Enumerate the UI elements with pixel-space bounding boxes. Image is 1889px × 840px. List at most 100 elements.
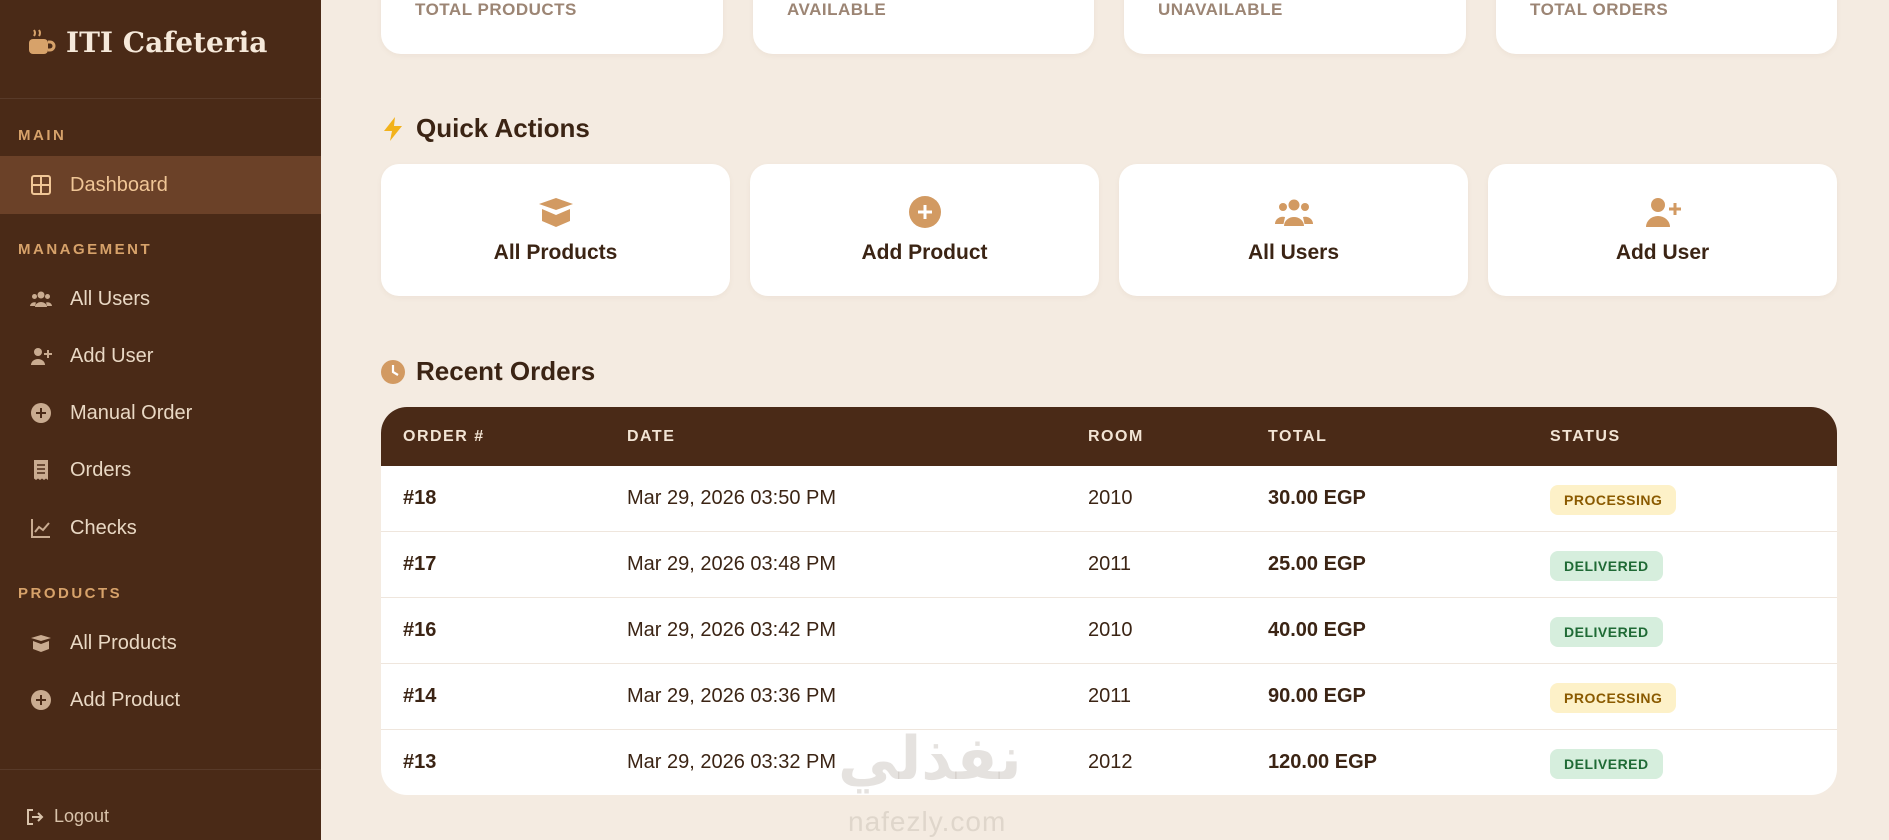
line-chart-icon — [31, 519, 50, 538]
order-number: #14 — [403, 685, 437, 707]
quick-action-label: Add Product — [861, 241, 988, 264]
order-date: Mar 29, 2026 03:48 PM — [627, 553, 837, 575]
order-number: #17 — [403, 553, 437, 575]
users-icon — [30, 291, 52, 307]
column-header-total[interactable]: TOTAL — [1268, 428, 1327, 446]
section-label-management: MANAGEMENT — [18, 241, 153, 258]
sidebar-item-label: Add Product — [70, 688, 181, 711]
table-row[interactable]: #13 Mar 29, 2026 03:32 PM 2012 120.00 EG… — [381, 730, 1837, 795]
quick-action-label: All Users — [1247, 241, 1340, 264]
sidebar-item-dashboard[interactable]: Dashboard — [0, 156, 321, 214]
sidebar-item-label: All Products — [70, 631, 177, 654]
sidebar-item-all-users[interactable]: All Users — [0, 270, 321, 328]
quick-actions-title: Quick Actions — [416, 113, 590, 143]
quick-action-add-user[interactable]: Add User — [1488, 164, 1837, 296]
order-date: Mar 29, 2026 03:32 PM — [627, 751, 837, 773]
order-number: #13 — [403, 751, 437, 773]
clock-icon — [381, 359, 405, 384]
sidebar-item-label: Checks — [70, 516, 137, 539]
sidebar-item-add-user[interactable]: Add User — [0, 327, 321, 385]
logout-label: Logout — [54, 806, 110, 826]
order-room: 2010 — [1088, 619, 1133, 641]
status-badge: DELIVERED — [1550, 551, 1663, 581]
order-room: 2011 — [1088, 685, 1132, 707]
order-room: 2012 — [1088, 751, 1133, 773]
table-row[interactable]: #17 Mar 29, 2026 03:48 PM 2011 25.00 EGP… — [381, 532, 1837, 598]
stat-label: AVAILABLE — [787, 0, 887, 19]
grid-icon — [31, 175, 51, 195]
sidebar-item-add-product[interactable]: Add Product — [0, 671, 321, 729]
recent-orders-table: ORDER # DATE ROOM TOTAL STATUS #18 Mar 2… — [381, 407, 1837, 795]
status-badge: PROCESSING — [1550, 485, 1677, 515]
sidebar-item-label: All Users — [70, 287, 151, 310]
sidebar-item-label: Orders — [70, 458, 132, 481]
brand[interactable]: ITI Cafeteria — [26, 26, 267, 59]
order-total: 25.00 EGP — [1268, 553, 1366, 575]
stat-label: UNAVAILABLE — [1158, 0, 1283, 19]
user-plus-icon — [1645, 198, 1681, 227]
column-header-order[interactable]: ORDER # — [403, 428, 485, 446]
table-header: ORDER # DATE ROOM TOTAL STATUS — [381, 407, 1837, 466]
quick-action-all-products[interactable]: All Products — [381, 164, 730, 296]
plus-circle-icon — [31, 403, 51, 423]
sidebar-item-manual-order[interactable]: Manual Order — [0, 384, 321, 442]
order-date: Mar 29, 2026 03:42 PM — [627, 619, 837, 641]
order-number: #16 — [403, 619, 437, 641]
sidebar-item-all-products[interactable]: All Products — [0, 614, 321, 672]
sidebar-item-label: Dashboard — [70, 173, 168, 196]
stat-label: TOTAL ORDERS — [1530, 0, 1669, 19]
receipt-icon — [34, 460, 48, 480]
table-row[interactable]: #18 Mar 29, 2026 03:50 PM 2010 30.00 EGP… — [381, 466, 1837, 532]
users-icon — [1274, 199, 1313, 226]
order-number: #18 — [403, 487, 437, 509]
column-header-room[interactable]: ROOM — [1088, 428, 1144, 446]
column-header-date[interactable]: DATE — [627, 428, 675, 446]
status-badge: DELIVERED — [1550, 749, 1663, 779]
coffee-cup-icon — [29, 28, 56, 54]
order-total: 120.00 EGP — [1268, 751, 1377, 773]
order-total: 40.00 EGP — [1268, 619, 1366, 641]
order-room: 2011 — [1088, 553, 1132, 575]
stat-label: TOTAL PRODUCTS — [415, 0, 577, 19]
quick-actions-heading: Quick Actions — [380, 113, 590, 144]
quick-action-label: Add User — [1615, 241, 1710, 264]
brand-name: ITI Cafeteria — [66, 26, 268, 59]
table-row[interactable]: #16 Mar 29, 2026 03:42 PM 2010 40.00 EGP… — [381, 598, 1837, 664]
stat-card-total-orders: TOTAL ORDERS — [1496, 0, 1837, 54]
lightning-icon — [384, 116, 402, 141]
plus-circle-icon — [908, 196, 941, 228]
stat-card-total-products: TOTAL PRODUCTS — [381, 0, 723, 54]
status-badge: PROCESSING — [1550, 683, 1677, 713]
sidebar-item-orders[interactable]: Orders — [0, 441, 321, 499]
status-badge: DELIVERED — [1550, 617, 1663, 647]
user-plus-icon — [31, 348, 52, 365]
box-open-icon — [31, 635, 51, 652]
section-label-main: MAIN — [18, 127, 67, 144]
logout-icon — [27, 808, 44, 825]
section-label-products: PRODUCTS — [18, 585, 123, 602]
column-header-status[interactable]: STATUS — [1550, 428, 1621, 446]
logout-button[interactable]: Logout — [26, 806, 109, 827]
sidebar-item-label: Add User — [70, 344, 154, 367]
order-total: 30.00 EGP — [1268, 487, 1366, 509]
divider — [0, 769, 321, 770]
box-open-icon — [538, 198, 573, 227]
stat-card-unavailable: UNAVAILABLE — [1124, 0, 1466, 54]
quick-action-label: All Products — [493, 241, 618, 264]
watermark-arabic: نفذلي — [838, 724, 1022, 794]
sidebar-item-checks[interactable]: Checks — [0, 499, 321, 557]
watermark-latin: nafezly.com — [848, 806, 1007, 837]
order-date: Mar 29, 2026 03:36 PM — [627, 685, 837, 707]
divider — [0, 98, 321, 99]
order-room: 2010 — [1088, 487, 1133, 509]
sidebar: ITI Cafeteria MAIN Dashboard MANAGEMENT … — [0, 0, 321, 840]
order-date: Mar 29, 2026 03:50 PM — [627, 487, 837, 509]
table-row[interactable]: #14 Mar 29, 2026 03:36 PM 2011 90.00 EGP… — [381, 664, 1837, 730]
sidebar-item-label: Manual Order — [70, 401, 193, 424]
recent-orders-title: Recent Orders — [416, 356, 596, 386]
stat-card-available: AVAILABLE — [753, 0, 1094, 54]
plus-circle-icon — [31, 690, 51, 710]
recent-orders-heading: Recent Orders — [380, 356, 595, 387]
quick-action-add-product[interactable]: Add Product — [750, 164, 1099, 296]
quick-action-all-users[interactable]: All Users — [1119, 164, 1468, 296]
